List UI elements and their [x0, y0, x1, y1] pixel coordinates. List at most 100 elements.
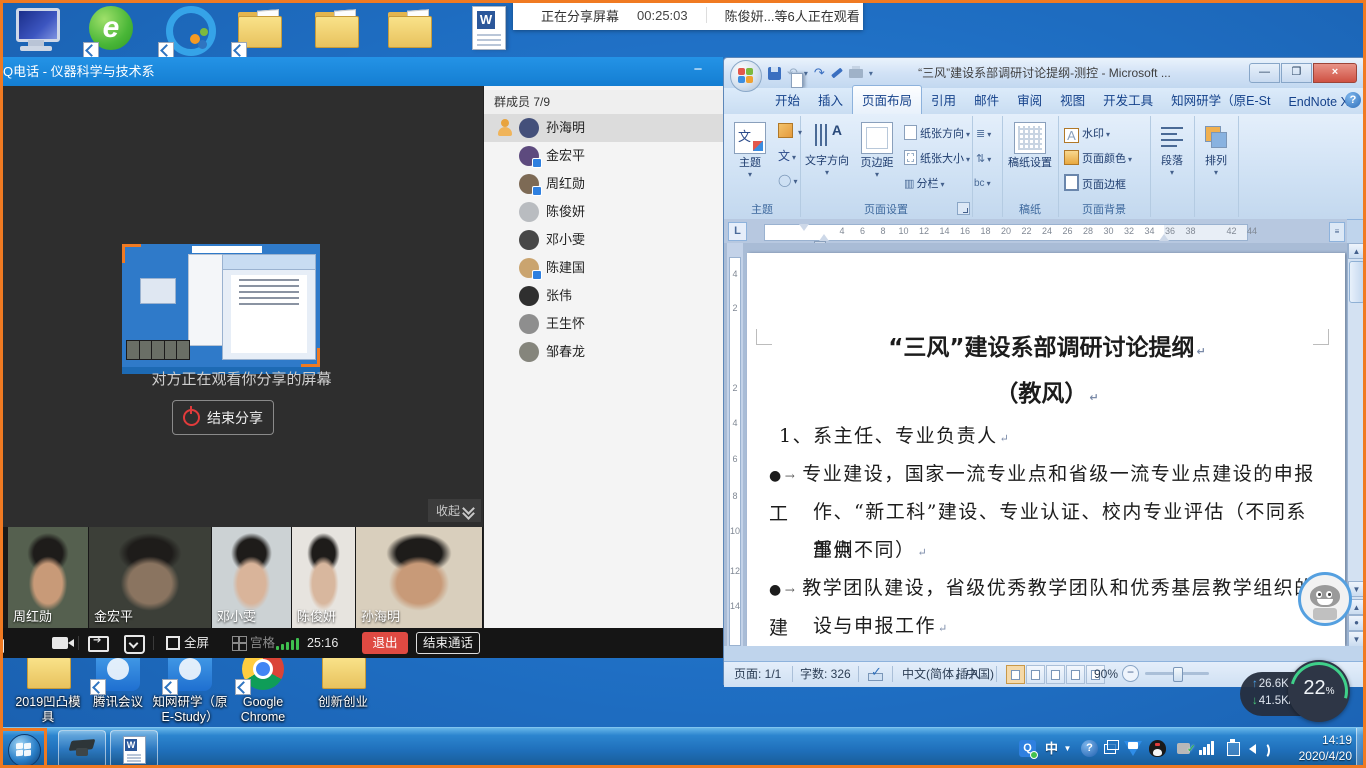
usb-device-icon[interactable]	[1177, 743, 1190, 754]
zoom-slider-thumb[interactable]	[1173, 667, 1183, 682]
first-line-indent-marker[interactable]	[799, 224, 809, 231]
security-shield-icon[interactable]	[1124, 741, 1142, 756]
theme-fonts-button[interactable]: 文▾	[778, 146, 796, 166]
redo-icon[interactable]: ↷	[814, 65, 825, 81]
outline-view-button[interactable]	[1066, 665, 1085, 684]
folder-shortcut-icon[interactable]	[233, 4, 285, 56]
ribbon-tab[interactable]: 视图	[1051, 86, 1094, 114]
start-button[interactable]	[8, 734, 41, 767]
document-text[interactable]: “三风”建设系部调研讨论提纲↵（教风）↵1、系主任、专业负责人↵●→专业建设，国…	[769, 325, 1325, 645]
insert-mode-indicator[interactable]: 插入	[956, 662, 980, 686]
taskbar-app-study[interactable]	[58, 730, 106, 768]
text-direction-button[interactable]: A 文字方向▾	[802, 122, 852, 177]
computer-icon[interactable]	[10, 4, 62, 56]
tab-stop-selector[interactable]: L	[728, 222, 747, 241]
maximize-button[interactable]: ❐	[1281, 63, 1312, 83]
member-row[interactable]: 陈俊妍	[484, 198, 723, 226]
help-tray-icon[interactable]: ?	[1081, 740, 1098, 757]
show-hidden-icons[interactable]	[1104, 744, 1116, 754]
member-row[interactable]: 张伟	[484, 282, 723, 310]
grid-view-icon[interactable]	[232, 636, 247, 651]
ribbon-tab[interactable]: 开发工具	[1094, 86, 1162, 114]
watermark-button[interactable]: A水印▾	[1064, 124, 1110, 144]
breaks-button[interactable]: ≣▾	[976, 124, 991, 144]
ribbon-tab[interactable]: 知网研学（原E-St	[1162, 86, 1279, 114]
folder-icon[interactable]	[383, 4, 435, 56]
speaker-icon[interactable]	[0, 636, 16, 650]
minimize-button[interactable]: −	[685, 57, 711, 86]
paragraph-button[interactable]: 段落▾	[1147, 122, 1197, 177]
paper-setup-button[interactable]: 稿纸设置	[1005, 122, 1055, 170]
zoom-level[interactable]: 90%	[1094, 662, 1118, 686]
document-page[interactable]: “三风”建设系部调研讨论提纲↵（教风）↵1、系主任、专业负责人↵●→专业建设，国…	[747, 253, 1345, 646]
camera-icon[interactable]	[52, 637, 68, 649]
ribbon-tab[interactable]: 插入	[809, 86, 852, 114]
zoom-slider-track[interactable]	[1145, 672, 1209, 675]
ime-dropdown-icon[interactable]: ▼	[1059, 740, 1076, 757]
print-icon[interactable]	[849, 69, 863, 78]
fullscreen-reading-view-button[interactable]	[1026, 665, 1045, 684]
theme-colors-button[interactable]: ▾	[778, 122, 802, 142]
qq-penguin-icon[interactable]	[1149, 740, 1166, 757]
member-list[interactable]: 孙海明金宏平周红勋陈俊妍邓小雯陈建国张伟王生怀邹春龙	[484, 114, 723, 628]
columns-button[interactable]: ▥ 分栏▾	[904, 174, 944, 194]
save-icon[interactable]	[768, 67, 781, 80]
ribbon-tab[interactable]: 邮件	[965, 86, 1008, 114]
volume-icon[interactable]	[1249, 741, 1266, 758]
folder-icon[interactable]	[310, 4, 362, 56]
qat-customize-icon[interactable]: ▾	[869, 69, 873, 78]
close-button[interactable]: ×	[1313, 63, 1357, 83]
office-button[interactable]	[730, 60, 762, 92]
qq-floating-ball[interactable]	[1298, 572, 1352, 626]
arrange-button[interactable]: 排列▾	[1191, 122, 1241, 177]
video-tile[interactable]: 金宏平	[89, 527, 211, 628]
share-screen-icon[interactable]	[88, 636, 109, 652]
page-border-button[interactable]: 页面边框	[1064, 174, 1126, 194]
word-doc-icon[interactable]: W	[462, 4, 514, 56]
member-row[interactable]: 邓小雯	[484, 226, 723, 254]
end-share-button[interactable]: 结束分享	[172, 400, 274, 435]
grid-view-label[interactable]: 宫格	[250, 628, 275, 658]
ribbon-tab[interactable]: 页面布局	[852, 85, 922, 114]
page-color-button[interactable]: 页面颜色▾	[1064, 149, 1132, 169]
ribbon-tab[interactable]: 开始	[766, 86, 809, 114]
word-count[interactable]: 字数: 326	[800, 662, 851, 686]
taskbar-app-word[interactable]: W	[110, 730, 158, 768]
print-layout-view-button[interactable]	[1006, 665, 1025, 684]
member-row[interactable]: 陈建国	[484, 254, 723, 282]
qq-titlebar[interactable]: Q电话 - 仪器科学与技术系 −	[0, 57, 723, 86]
ruler-toggle-button[interactable]: ≡	[1329, 222, 1345, 242]
member-row[interactable]: 邹春龙	[484, 338, 723, 366]
zoom-out-button[interactable]: −	[1122, 665, 1139, 682]
scroll-up-arrow[interactable]: ▲	[1348, 243, 1365, 259]
qq-app-icon[interactable]	[160, 4, 212, 56]
screen-share-toolbar[interactable]: 正在分享屏幕 00:25:03 陈俊妍...等6人正在观看	[513, 0, 863, 30]
format-painter-icon[interactable]	[831, 68, 843, 79]
help-button[interactable]: ?	[1345, 92, 1361, 108]
margins-button[interactable]: 页边距▾	[852, 122, 902, 179]
page-indicator[interactable]: 页面: 1/1	[734, 662, 781, 686]
video-tile[interactable]: 孙海明	[356, 527, 482, 628]
spell-check-icon[interactable]: ✓	[868, 667, 883, 681]
paper-size-button[interactable]: 纸张大小▾	[904, 149, 970, 169]
performance-ball[interactable]: 22%	[1288, 660, 1350, 722]
web-layout-view-button[interactable]	[1046, 665, 1065, 684]
video-tile[interactable]: 邓小雯	[212, 527, 291, 628]
network-signal-icon[interactable]	[1199, 740, 1216, 757]
video-tile[interactable]: 陈俊妍	[292, 527, 355, 628]
page-setup-dialog-launcher[interactable]	[957, 202, 970, 215]
show-desktop-button[interactable]	[1356, 728, 1366, 768]
theme-effects-button[interactable]: ◯▾	[778, 170, 797, 190]
next-page-button[interactable]: ▼	[1348, 631, 1365, 646]
collapse-videos-button[interactable]: 收起	[428, 499, 481, 522]
qq-tray-icon[interactable]: Q	[1019, 740, 1036, 757]
member-row[interactable]: 周红勋	[484, 170, 723, 198]
select-browse-object-button[interactable]: ●	[1348, 615, 1365, 631]
hanging-indent-marker[interactable]	[819, 234, 829, 241]
member-row[interactable]: 金宏平	[484, 142, 723, 170]
network-connection-icon[interactable]	[1227, 742, 1240, 756]
taskbar-clock[interactable]: 14:19 2020/4/20	[1299, 732, 1352, 764]
presentation-icon[interactable]	[124, 635, 145, 654]
fullscreen-label[interactable]: 全屏	[184, 628, 209, 658]
hyphenation-button[interactable]: bc▾	[974, 174, 991, 194]
